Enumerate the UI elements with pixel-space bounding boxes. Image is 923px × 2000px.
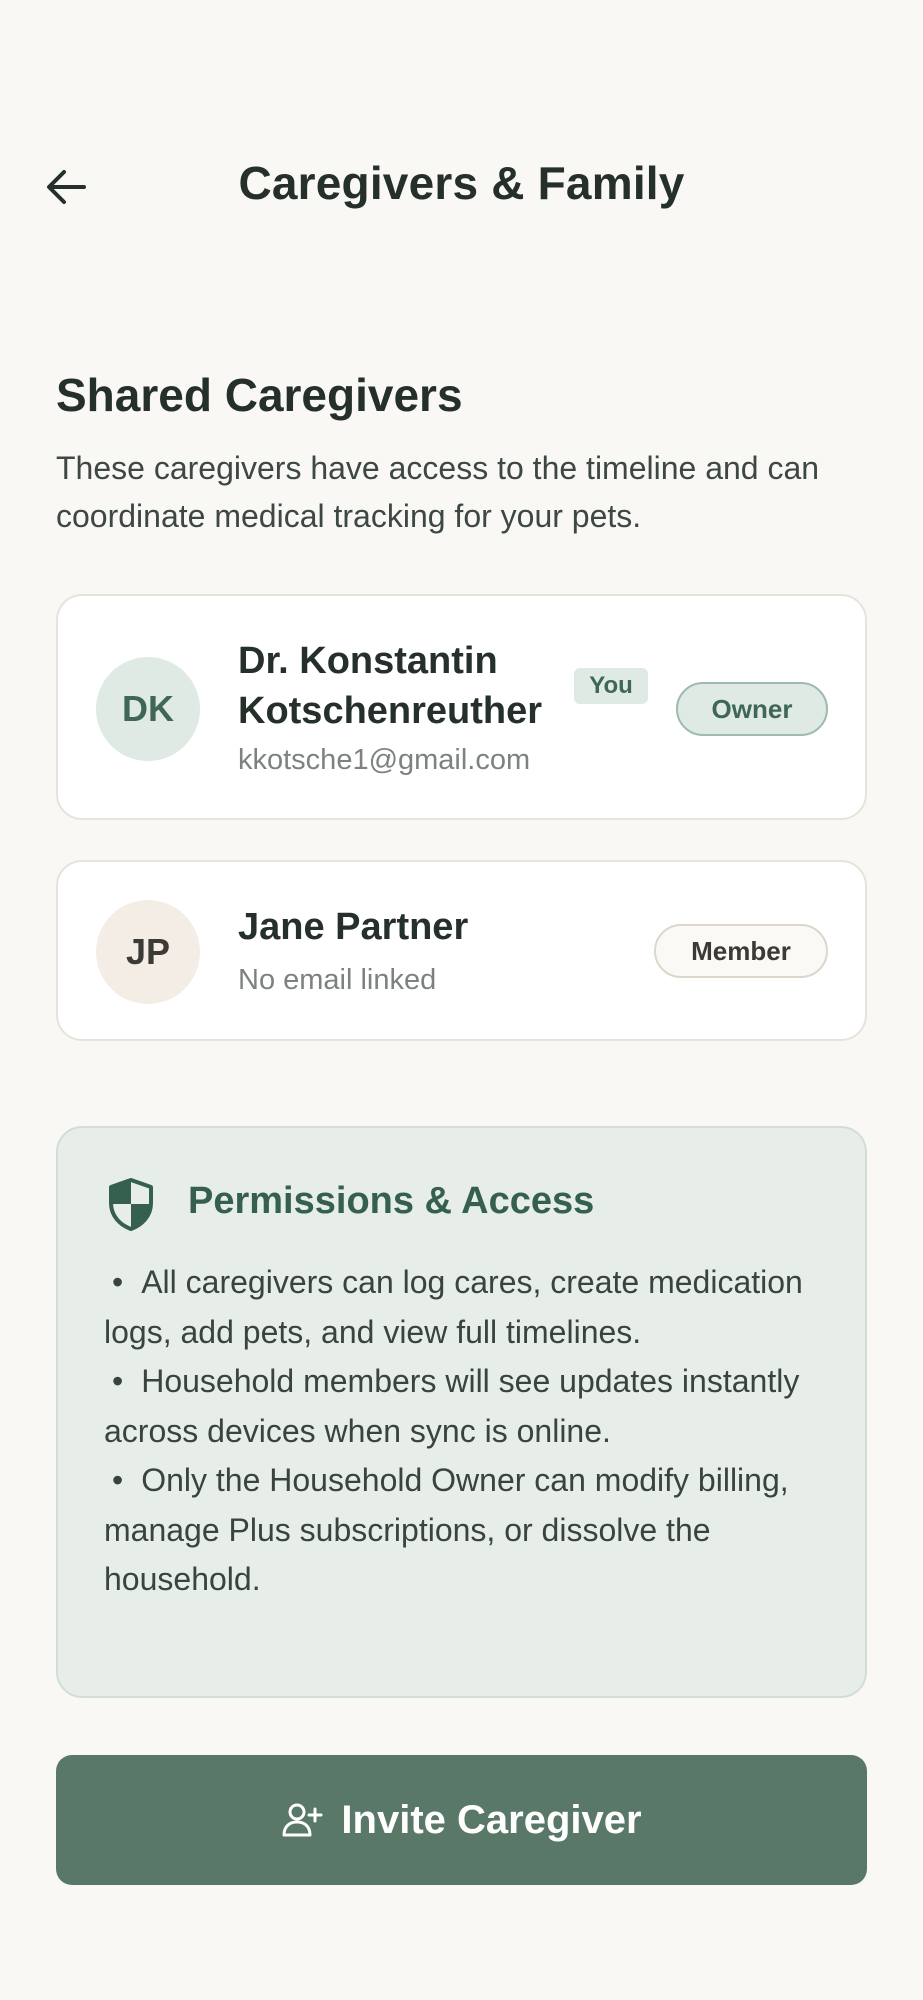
invite-caregiver-button[interactable]: Invite Caregiver (56, 1755, 867, 1885)
caregiver-name: Jane Partner (238, 906, 469, 948)
caregiver-name: Dr. Konstantin Kotschenreuther (238, 640, 543, 732)
section-description: These caregivers have access to the time… (56, 450, 820, 534)
permissions-panel: Permissions & Access All caregivers can … (56, 1126, 867, 1698)
user-plus-icon (282, 1803, 323, 1837)
avatar: JP (96, 900, 200, 1004)
permissions-list: All caregivers can log cares, create med… (104, 1258, 844, 1605)
permission-item: Only the Household Owner can modify bill… (104, 1456, 844, 1605)
invite-button-label: Invite Caregiver (341, 1797, 642, 1842)
you-badge: You (574, 668, 648, 704)
shield-icon (109, 1178, 153, 1231)
role-badge: Owner (676, 682, 828, 736)
permission-item: All caregivers can log cares, create med… (104, 1258, 844, 1357)
permission-item: Household members will see updates insta… (104, 1357, 844, 1456)
avatar: DK (96, 657, 200, 761)
caregiver-email: No email linked (238, 964, 437, 996)
section-title: Shared Caregivers (56, 369, 463, 421)
page-title: Caregivers & Family (238, 157, 685, 209)
app-header: Caregivers & Family (0, 140, 923, 232)
caregiver-card[interactable]: JP Jane Partner No email linked Member (56, 860, 867, 1041)
caregiver-card[interactable]: DK Dr. Konstantin Kotschenreuther You kk… (56, 594, 867, 820)
role-badge: Member (654, 924, 828, 978)
permissions-title: Permissions & Access (188, 1180, 595, 1222)
caregiver-email: kkotsche1@gmail.com (238, 744, 531, 776)
